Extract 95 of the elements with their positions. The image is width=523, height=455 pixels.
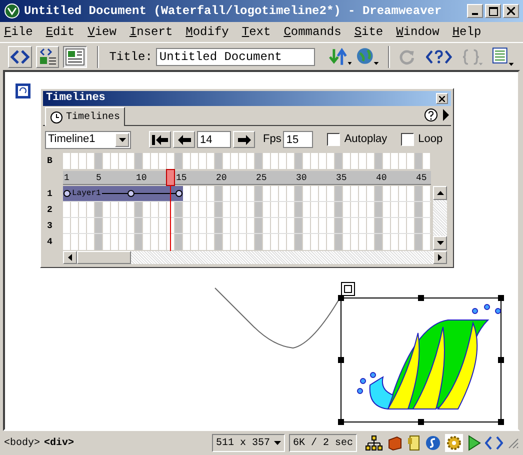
css-styles-icon[interactable] [407, 435, 421, 451]
behaviors-icon[interactable] [425, 435, 441, 451]
play-icon[interactable] [467, 435, 481, 451]
file-transfer-icon[interactable] [328, 46, 352, 66]
menu-item[interactable]: Help [452, 23, 482, 41]
close-icon [507, 7, 515, 15]
window-title: Untitled Document (Waterfall/logotimeline2*) - Dreamweaver [24, 3, 442, 20]
split-view-icon [38, 48, 58, 66]
site-map-icon[interactable] [365, 435, 383, 451]
code-icon[interactable] [485, 435, 503, 451]
left-arrow-icon [178, 134, 190, 144]
up-arrow-icon [436, 191, 444, 195]
frame-number: 15 [176, 172, 187, 185]
maximize-icon [488, 6, 498, 16]
maximize-button[interactable] [485, 4, 501, 18]
reference-icon[interactable] [426, 48, 452, 66]
layer-marker-icon [15, 83, 31, 99]
frame-number: 10 [136, 172, 147, 185]
vertical-scrollbar[interactable] [433, 186, 447, 250]
panel-close-button[interactable] [436, 93, 448, 104]
menu-item[interactable]: Edit [46, 23, 75, 41]
channel-label: 4 [47, 236, 52, 248]
checkbox[interactable] [327, 133, 340, 146]
resize-grip-icon[interactable] [507, 437, 519, 449]
down-arrow-icon [436, 241, 444, 245]
fps-label: Fps [263, 132, 282, 148]
frame-number: 30 [296, 172, 307, 185]
horizontal-scrollbar[interactable] [63, 251, 447, 264]
minimize-button[interactable] [467, 4, 483, 18]
back-button[interactable] [173, 131, 195, 148]
close-button[interactable] [503, 4, 519, 18]
help-icon[interactable] [424, 108, 438, 122]
close-icon [439, 96, 445, 102]
frame-number: 40 [376, 172, 387, 185]
scroll-right-button[interactable] [433, 251, 447, 264]
timelines-tab[interactable]: Timelines [45, 107, 126, 126]
checkbox[interactable] [401, 133, 414, 146]
channel-label: 1 [47, 188, 52, 200]
checkbox-label: Autoplay [344, 132, 388, 148]
code-view-icon [10, 48, 30, 64]
view-button[interactable] [63, 46, 88, 68]
menu-item[interactable]: Commands [284, 23, 342, 41]
download-time: 6K / 2 sec [288, 434, 357, 452]
menu-item[interactable]: Insert [129, 23, 173, 41]
logo-drawing[interactable] [338, 295, 504, 425]
caret-icon [274, 441, 281, 445]
panel-menu-icon[interactable] [441, 108, 451, 122]
title-field[interactable]: Untitled Document [156, 48, 315, 66]
checkbox-label: Loop [418, 132, 443, 148]
view-options-icon[interactable] [491, 46, 515, 66]
menu-item[interactable]: View [88, 23, 116, 41]
window-size-field[interactable]: 511 x 357 [212, 434, 285, 452]
selection-handle-icon [341, 282, 355, 296]
play-button[interactable] [233, 131, 255, 148]
globe-icon[interactable] [356, 46, 380, 66]
tag-selector[interactable]: <body> [4, 436, 40, 450]
scroll-up-button[interactable] [433, 186, 447, 200]
clock-icon [50, 110, 63, 124]
right-arrow-icon [238, 134, 250, 144]
playhead[interactable] [166, 169, 176, 251]
title-label: Title: [109, 48, 152, 66]
scroll-down-button[interactable] [433, 236, 447, 250]
rewind-icon [152, 134, 168, 144]
app-logo-icon [4, 3, 20, 19]
scroll-left-button[interactable] [63, 251, 77, 264]
menu-item[interactable]: Text [242, 23, 271, 41]
timeline-select[interactable]: Timeline1 [45, 130, 131, 148]
animation-bar[interactable]: Layer1 [63, 186, 183, 201]
fps-field[interactable]: 15 [283, 131, 314, 148]
frame-number: 25 [256, 172, 267, 185]
frame-number: 45 [416, 172, 427, 185]
frame-number: 35 [336, 172, 347, 185]
channel-label: 3 [47, 220, 52, 232]
frame-field[interactable]: 14 [197, 131, 231, 148]
tag-selector[interactable]: <div> [44, 436, 74, 450]
menu-item[interactable]: File [4, 23, 33, 41]
caret-icon [118, 138, 126, 142]
frame-number: 5 [96, 172, 102, 185]
right-arrow-icon [438, 254, 442, 261]
menu-item[interactable]: Site [354, 23, 384, 41]
layer-label: Layer1 [71, 188, 102, 200]
design-view-icon [65, 48, 86, 66]
assets-icon[interactable] [387, 435, 403, 451]
frame-number: 1 [64, 172, 70, 185]
panel-title: Timelines [46, 91, 106, 106]
channel-label: B [47, 155, 52, 167]
left-arrow-icon [68, 254, 72, 261]
rewind-button[interactable] [149, 131, 171, 148]
gear-icon[interactable] [445, 434, 463, 452]
channel-label: 2 [47, 204, 52, 216]
menu-item[interactable]: Window [396, 23, 440, 41]
frame-number: 20 [216, 172, 227, 185]
dropdown-button[interactable] [115, 132, 129, 146]
scroll-thumb[interactable] [77, 251, 131, 264]
menu-item[interactable]: Modify [186, 23, 229, 41]
